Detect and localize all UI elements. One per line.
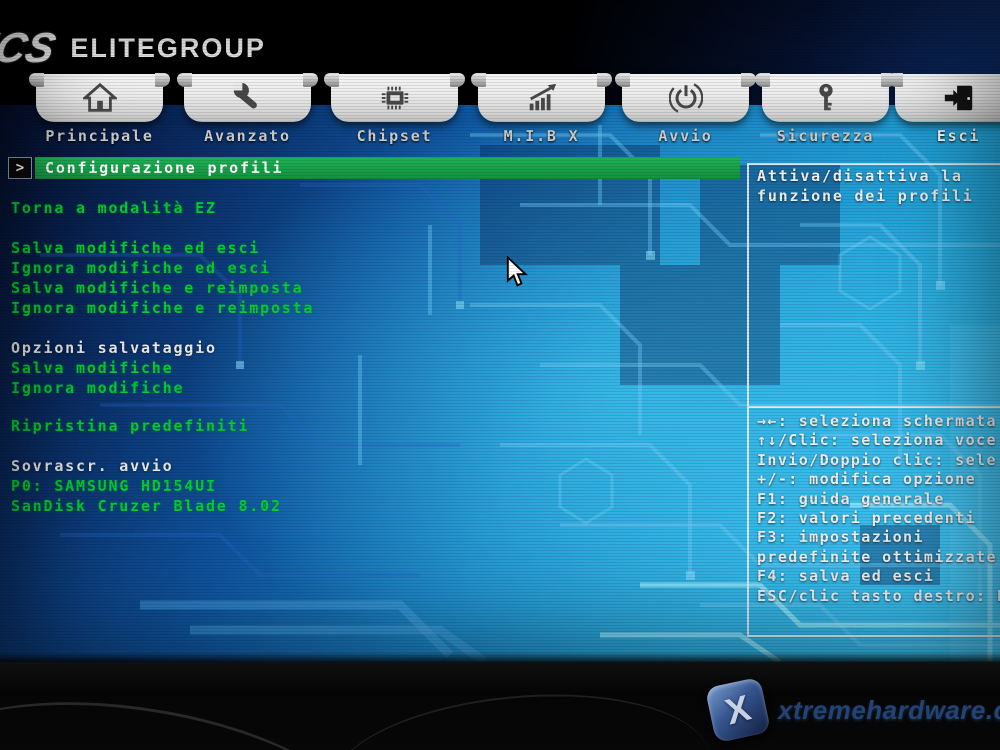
monitor-stand-curve bbox=[0, 673, 381, 750]
help-panel-divider bbox=[749, 406, 1000, 408]
shortcut-line: ESC/clic tasto destro: E bbox=[757, 587, 1000, 606]
tab-shape bbox=[478, 74, 605, 122]
shortcut-line: F1: guida generale bbox=[757, 490, 1000, 509]
shortcut-line: →←: seleziona schermata bbox=[757, 412, 1000, 431]
shortcut-line: ↑↓/Clic: seleziona voce bbox=[757, 431, 1000, 450]
bios-photo: ECS ELITEGROUP Principale A bbox=[0, 0, 1000, 750]
elitegroup-wordmark: ELITEGROUP bbox=[70, 33, 266, 64]
xtremehardware-logo: X bbox=[705, 677, 771, 743]
tab-shape bbox=[184, 74, 311, 122]
menu-item-salva-modifiche[interactable]: Salva modifiche bbox=[11, 359, 173, 379]
tab-label: Avanzato bbox=[184, 127, 311, 145]
bios-screen: ECS ELITEGROUP Principale A bbox=[0, 0, 1000, 662]
menu-item-ignora-modifiche[interactable]: Ignora modifiche bbox=[11, 379, 184, 399]
tab-chipset[interactable]: Chipset bbox=[331, 74, 458, 145]
shortcut-line: Invio/Doppio clic: sele bbox=[757, 451, 1000, 470]
wrench-icon bbox=[231, 81, 265, 115]
shortcut-line: +/-: modifica opzione bbox=[757, 470, 1000, 489]
menu-item-torna-modalita-ez[interactable]: Torna a modalità EZ bbox=[11, 199, 217, 219]
help-description: Attiva/disattiva la funzione dei profili bbox=[757, 167, 974, 206]
help-description-line: Attiva/disattiva la bbox=[757, 167, 974, 187]
exit-icon bbox=[942, 81, 976, 115]
mouse-cursor bbox=[506, 256, 530, 288]
help-shortcuts: →←: seleziona schermata ↑↓/Clic: selezio… bbox=[757, 412, 1000, 606]
power-icon bbox=[669, 81, 703, 115]
chart-icon bbox=[525, 81, 559, 115]
section-title-opzioni-salvataggio: Opzioni salvataggio bbox=[11, 339, 217, 359]
menu-item-configurazione-profili[interactable]: > Configurazione profili bbox=[8, 157, 740, 179]
menu-item-boot-samsung-hd154ui[interactable]: P0: SAMSUNG HD154UI bbox=[11, 477, 217, 497]
watermark-x-letter: X bbox=[721, 687, 755, 734]
menu-item-ignora-modifiche-reimposta[interactable]: Ignora modifiche e reimposta bbox=[11, 299, 314, 319]
tab-avanzato[interactable]: Avanzato bbox=[184, 74, 311, 145]
menu-item-ripristina-predefiniti[interactable]: Ripristina predefiniti bbox=[11, 417, 249, 437]
chip-icon bbox=[378, 81, 412, 115]
key-icon bbox=[809, 81, 843, 115]
selected-item-label: Configurazione profili bbox=[35, 157, 740, 179]
tab-shape bbox=[895, 74, 1000, 122]
tab-label: Sicurezza bbox=[762, 127, 889, 145]
watermark-site-text: xtremehardware.com bbox=[778, 695, 1000, 726]
tab-avvio[interactable]: Avvio bbox=[622, 74, 749, 145]
help-description-line: funzione dei profili bbox=[757, 187, 974, 207]
menu-item-boot-sandisk-cruzer[interactable]: SanDisk Cruzer Blade 8.02 bbox=[11, 497, 282, 517]
ecs-logo-mark: ECS bbox=[0, 24, 60, 72]
tab-shape bbox=[762, 74, 889, 122]
shortcut-line: F2: valori precedenti bbox=[757, 509, 1000, 528]
tab-label: Chipset bbox=[331, 127, 458, 145]
help-panel: Attiva/disattiva la funzione dei profili… bbox=[747, 163, 1000, 637]
monitor-bezel: X xtremehardware.com bbox=[0, 662, 1000, 750]
home-icon bbox=[83, 81, 117, 115]
menu-item-ignora-modifiche-ed-esci[interactable]: Ignora modifiche ed esci bbox=[11, 259, 271, 279]
tab-shape bbox=[36, 74, 163, 122]
tab-label: Avvio bbox=[622, 127, 749, 145]
menu-item-salva-modifiche-ed-esci[interactable]: Salva modifiche ed esci bbox=[11, 239, 260, 259]
section-title-sovrascrivi-avvio: Sovrascr. avvio bbox=[11, 457, 173, 477]
shortcut-line: F3: impostazioni bbox=[757, 528, 1000, 547]
tab-label: Principale bbox=[36, 127, 163, 145]
monitor-stand-curve bbox=[324, 680, 716, 750]
tab-shape bbox=[622, 74, 749, 122]
tab-label: M.I.B X bbox=[478, 127, 605, 145]
shortcut-line: predefinite ottimizzate bbox=[757, 548, 1000, 567]
tab-esci[interactable]: Esci bbox=[895, 74, 1000, 145]
brand-logo: ECS ELITEGROUP bbox=[0, 26, 266, 70]
tab-mib-x[interactable]: M.I.B X bbox=[478, 74, 605, 145]
tab-shape bbox=[331, 74, 458, 122]
selection-marker: > bbox=[8, 157, 32, 179]
watermark: X xtremehardware.com bbox=[710, 682, 1000, 738]
menu-item-salva-modifiche-reimposta[interactable]: Salva modifiche e reimposta bbox=[11, 279, 303, 299]
tab-principale[interactable]: Principale bbox=[36, 74, 163, 145]
shortcut-line: F4: salva ed esci bbox=[757, 567, 1000, 586]
tab-label: Esci bbox=[895, 127, 1000, 145]
tab-sicurezza[interactable]: Sicurezza bbox=[762, 74, 889, 145]
